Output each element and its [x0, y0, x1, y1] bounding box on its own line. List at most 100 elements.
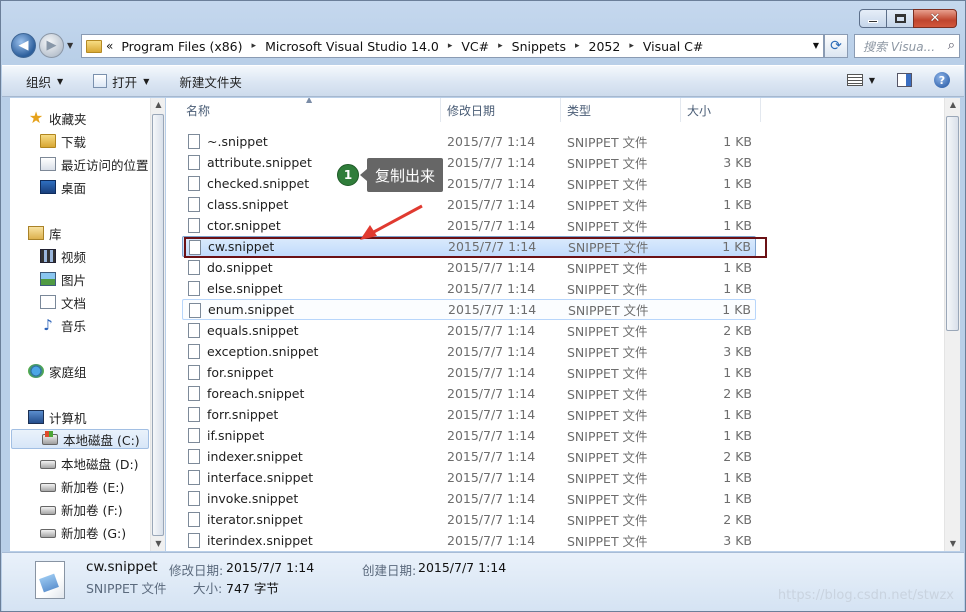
forward-button[interactable]: ▶ — [39, 33, 64, 58]
nav-drive-g[interactable]: 新加卷 (G:) — [10, 522, 126, 542]
preview-pane-icon[interactable] — [897, 73, 912, 87]
help-icon[interactable]: ? — [934, 72, 950, 88]
chevron-down-icon[interactable]: ▼ — [869, 76, 875, 85]
view-options-icon[interactable] — [846, 74, 863, 86]
file-modified: 2015/7/7 1:14 — [447, 344, 536, 359]
scroll-thumb[interactable] — [946, 116, 959, 331]
minimize-icon — [868, 20, 878, 23]
breadcrumb-separator-icon[interactable]: ▸ — [575, 41, 580, 51]
file-size: 3 KB — [723, 344, 752, 359]
nav-libraries[interactable]: 库 — [10, 223, 62, 243]
open-button[interactable]: 打开 ▼ — [93, 72, 149, 91]
file-type: SNIPPET 文件 — [567, 429, 648, 444]
nav-downloads[interactable]: 下载 — [10, 131, 86, 151]
overflow-chevron[interactable]: « — [106, 39, 113, 53]
breadcrumb-item[interactable]: Program Files (x86) — [121, 39, 242, 54]
nav-drive-c[interactable]: 本地磁盘 (C:) — [11, 429, 149, 449]
table-row[interactable]: interface.snippet 2015/7/7 1:14 SNIPPET 文件… — [182, 467, 756, 488]
nav-label: 音乐 — [61, 318, 87, 334]
table-row[interactable]: equals.snippet 2015/7/7 1:14 SNIPPET 文件 2 K… — [182, 320, 756, 341]
table-row[interactable]: iterator.snippet 2015/7/7 1:14 SNIPPET 文件 2… — [182, 509, 756, 530]
breadcrumb-item[interactable]: Visual C# — [643, 39, 704, 54]
table-row[interactable]: forr.snippet 2015/7/7 1:14 SNIPPET 文件 1 KB — [182, 404, 756, 425]
column-header-type[interactable]: 类型 — [561, 98, 681, 122]
breadcrumb-separator-icon[interactable]: ▸ — [252, 41, 257, 51]
minimize-button[interactable] — [859, 9, 887, 28]
table-row[interactable]: else.snippet 2015/7/7 1:14 SNIPPET 文件 1 KB — [182, 278, 756, 299]
file-name: interface.snippet — [207, 470, 314, 485]
table-row[interactable]: invoke.snippet 2015/7/7 1:14 SNIPPET 文件 1 K… — [182, 488, 756, 509]
breadcrumb-item[interactable]: Snippets — [512, 39, 566, 54]
navigation-scrollbar[interactable]: ▲ ▼ — [150, 98, 165, 551]
scroll-up-icon[interactable]: ▲ — [151, 98, 166, 112]
table-row[interactable]: if.snippet 2015/7/7 1:14 SNIPPET 文件 1 KB — [182, 425, 756, 446]
refresh-button[interactable]: ⟳ — [824, 34, 848, 58]
file-list-scrollbar[interactable]: ▲ ▼ — [944, 98, 960, 551]
column-header-size[interactable]: 大小 — [681, 98, 761, 122]
table-row[interactable]: indexer.snippet 2015/7/7 1:14 SNIPPET 文件 2 … — [182, 446, 756, 467]
file-icon — [188, 365, 200, 380]
breadcrumb-item[interactable]: Microsoft Visual Studio 14.0 — [265, 39, 439, 54]
file-size: 2 KB — [723, 449, 752, 464]
scroll-down-icon[interactable]: ▼ — [945, 537, 961, 551]
snippet-file-icon — [35, 561, 65, 599]
breadcrumb-separator-icon[interactable]: ▸ — [448, 41, 453, 51]
table-row[interactable]: checked.snippet 2015/7/7 1:14 SNIPPET 文件 1 … — [182, 173, 756, 194]
file-modified: 2015/7/7 1:14 — [447, 491, 536, 506]
table-row[interactable]: attribute.snippet 2015/7/7 1:14 SNIPPET 文件… — [182, 152, 756, 173]
nav-pictures[interactable]: 图片 — [10, 269, 86, 289]
column-header-modified[interactable]: 修改日期 — [441, 98, 561, 122]
nav-computer[interactable]: 计算机 — [10, 407, 87, 427]
maximize-button[interactable] — [886, 9, 914, 28]
address-dropdown-icon[interactable]: ▼ — [813, 41, 819, 50]
back-arrow-icon: ◀ — [18, 38, 29, 53]
table-row[interactable]: class.snippet 2015/7/7 1:14 SNIPPET 文件 1 KB — [182, 194, 756, 215]
table-row[interactable]: ~.snippet 2015/7/7 1:14 SNIPPET 文件 1 KB — [182, 131, 756, 152]
recent-pages-dropdown[interactable]: ▼ — [67, 41, 73, 50]
table-row[interactable]: iterindex.snippet 2015/7/7 1:14 SNIPPET 文件… — [182, 530, 756, 551]
nav-label: 新加卷 (G:) — [61, 525, 127, 541]
organize-button[interactable]: 组织 ▼ — [26, 72, 63, 91]
new-folder-button[interactable]: 新建文件夹 — [179, 72, 242, 91]
nav-label: 计算机 — [49, 410, 87, 426]
column-header-name[interactable]: 名称 ▲ — [166, 98, 441, 122]
file-icon — [188, 281, 200, 296]
nav-label: 最近访问的位置 — [61, 157, 149, 173]
nav-favorites[interactable]: ★ 收藏夹 — [10, 108, 87, 128]
breadcrumb-item[interactable]: VC# — [461, 39, 489, 54]
search-input[interactable]: 搜索 Visua... ⌕ — [854, 34, 960, 58]
nav-videos[interactable]: 视频 — [10, 246, 86, 266]
nav-drive-e[interactable]: 新加卷 (E:) — [10, 476, 124, 496]
file-size: 1 KB — [723, 176, 752, 191]
table-row[interactable]: enum.snippet 2015/7/7 1:14 SNIPPET 文件 1 KB — [182, 299, 756, 320]
file-name: iterator.snippet — [207, 512, 303, 527]
nav-homegroup[interactable]: 家庭组 — [10, 361, 87, 381]
close-button[interactable]: ✕ — [913, 9, 957, 28]
nav-drive-f[interactable]: 新加卷 (F:) — [10, 499, 123, 519]
downloads-folder-icon — [40, 134, 56, 148]
breadcrumb-separator-icon[interactable]: ▸ — [629, 41, 634, 51]
file-icon — [188, 512, 200, 527]
file-icon — [188, 197, 200, 212]
scroll-thumb[interactable] — [152, 114, 164, 536]
breadcrumb-item[interactable]: 2052 — [589, 39, 621, 54]
size-label: 大小: — [193, 581, 223, 596]
table-row[interactable]: foreach.snippet 2015/7/7 1:14 SNIPPET 文件 2 … — [182, 383, 756, 404]
address-bar[interactable]: « Program Files (x86) ▸ Microsoft Visual… — [81, 34, 824, 58]
nav-documents[interactable]: 文档 — [10, 292, 86, 312]
nav-desktop[interactable]: 桌面 — [10, 177, 86, 197]
back-button[interactable]: ◀ — [11, 33, 36, 58]
search-placeholder: 搜索 Visua... — [863, 39, 936, 54]
nav-drive-d[interactable]: 本地磁盘 (D:) — [10, 453, 139, 473]
table-row[interactable]: for.snippet 2015/7/7 1:14 SNIPPET 文件 1 KB — [182, 362, 756, 383]
table-row[interactable]: ctor.snippet 2015/7/7 1:14 SNIPPET 文件 1 KB — [182, 215, 756, 236]
nav-music[interactable]: ♪ 音乐 — [10, 315, 86, 335]
table-row[interactable]: do.snippet 2015/7/7 1:14 SNIPPET 文件 1 KB — [182, 257, 756, 278]
nav-recent-places[interactable]: 最近访问的位置 — [10, 154, 149, 174]
breadcrumb-separator-icon[interactable]: ▸ — [498, 41, 503, 51]
scroll-down-icon[interactable]: ▼ — [151, 537, 166, 551]
table-row[interactable]: exception.snippet 2015/7/7 1:14 SNIPPET 文件… — [182, 341, 756, 362]
scroll-up-icon[interactable]: ▲ — [945, 98, 961, 112]
file-modified: 2015/7/7 1:14 — [447, 197, 536, 212]
open-label: 打开 — [112, 74, 138, 90]
